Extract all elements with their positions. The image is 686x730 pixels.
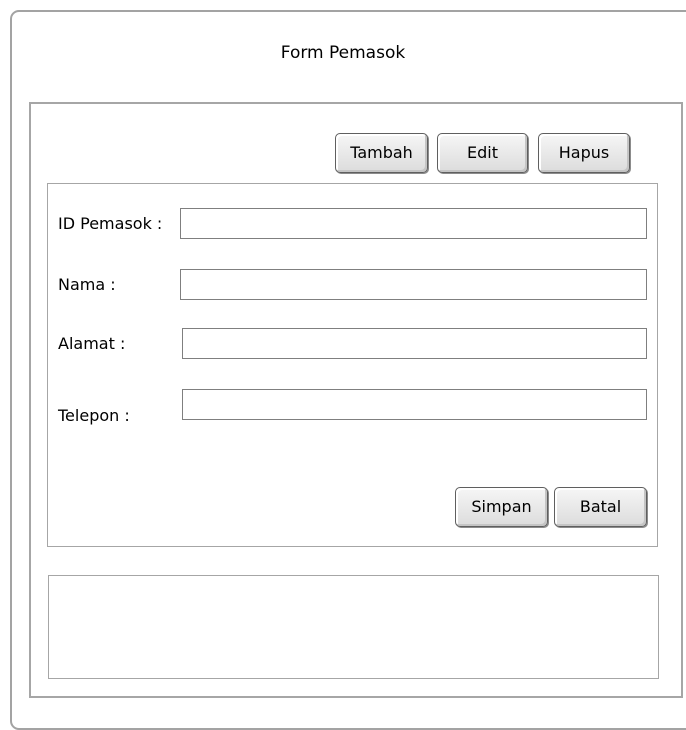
data-list-panel (48, 575, 659, 679)
batal-button[interactable]: Batal (554, 487, 647, 527)
alamat-label: Alamat : (58, 334, 126, 353)
page-title: Form Pemasok (280, 43, 406, 63)
id-pemasok-label: ID Pemasok : (58, 214, 163, 233)
nama-field[interactable] (180, 269, 647, 300)
id-pemasok-field[interactable] (180, 208, 647, 239)
alamat-field[interactable] (182, 328, 647, 359)
edit-button[interactable]: Edit (437, 133, 528, 173)
telepon-field[interactable] (182, 389, 647, 420)
nama-label: Nama : (58, 275, 116, 294)
simpan-button[interactable]: Simpan (455, 487, 548, 527)
telepon-label: Telepon : (58, 406, 130, 425)
hapus-button[interactable]: Hapus (538, 133, 630, 173)
tambah-button[interactable]: Tambah (335, 133, 428, 173)
